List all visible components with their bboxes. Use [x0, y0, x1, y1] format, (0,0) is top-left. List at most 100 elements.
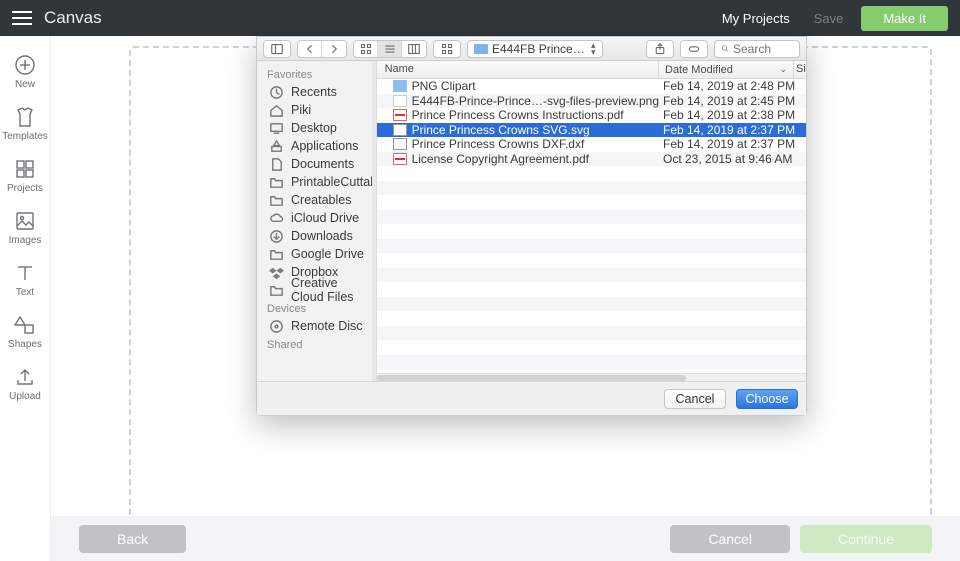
- file-row-empty: [377, 224, 806, 239]
- app-title: Canvas: [44, 8, 102, 28]
- sidebar-item[interactable]: iCloud Drive: [257, 209, 376, 227]
- image-icon: [14, 210, 36, 232]
- sidebar-item[interactable]: Piki: [257, 101, 376, 119]
- column-header-date[interactable]: Date Modified ⌄: [659, 61, 794, 78]
- canvas-area: E444FB Prince & Princ… ▴▾ Fa: [51, 36, 960, 561]
- rail-item-label: Text: [16, 287, 34, 298]
- file-row-empty: [377, 210, 806, 225]
- save-link[interactable]: Save: [808, 7, 850, 30]
- file-list-header: Name Date Modified ⌄ Si: [377, 61, 806, 79]
- sidebar-item-label: Creatables: [291, 193, 351, 207]
- file-row-empty: [377, 253, 806, 268]
- view-mode-group: [353, 40, 427, 58]
- file-row-empty: [377, 282, 806, 297]
- arrange-group: [433, 40, 461, 58]
- file-open-dialog: E444FB Prince & Princ… ▴▾ Fa: [256, 36, 807, 416]
- rail-item-label: Templates: [2, 131, 48, 142]
- column-header-size[interactable]: Si: [794, 61, 806, 78]
- file-type-icon: [393, 80, 407, 92]
- tags-button[interactable]: [681, 41, 707, 57]
- list-view-button[interactable]: [378, 41, 402, 57]
- app-cancel-button[interactable]: Cancel: [670, 525, 790, 553]
- rail-item-shapes[interactable]: Shapes: [0, 306, 51, 358]
- sidebar-item[interactable]: Remote Disc: [257, 317, 376, 335]
- sidebar-item[interactable]: Recents: [257, 83, 376, 101]
- icon-view-button[interactable]: [354, 41, 378, 57]
- sidebar-item[interactable]: Downloads: [257, 227, 376, 245]
- sidebar-item-label: Downloads: [291, 229, 353, 243]
- file-row[interactable]: PNG ClipartFeb 14, 2019 at 2:48 PM: [377, 79, 806, 94]
- file-row-empty: [377, 355, 806, 370]
- shirt-icon: [14, 106, 36, 128]
- file-name: E444FB-Prince-Prince…-svg-files-preview.…: [412, 94, 659, 108]
- upload-icon: [14, 366, 36, 388]
- sidebar-item[interactable]: Creatables: [257, 191, 376, 209]
- dialog-cancel-button[interactable]: Cancel: [664, 389, 726, 409]
- file-row-empty: [377, 195, 806, 210]
- file-row[interactable]: Prince Princess Crowns DXF.dxfFeb 14, 20…: [377, 137, 806, 152]
- folder-icon: [269, 175, 284, 190]
- file-type-icon: [393, 95, 407, 107]
- file-type-icon: [393, 124, 407, 136]
- file-date: Feb 14, 2019 at 2:37 PM: [659, 137, 806, 151]
- app-back-button[interactable]: Back: [79, 525, 186, 553]
- file-date: Feb 14, 2019 at 2:48 PM: [659, 79, 806, 93]
- rail-item-templates[interactable]: Templates: [0, 98, 51, 150]
- file-row[interactable]: Prince Princess Crowns Instructions.pdfF…: [377, 108, 806, 123]
- my-projects-link[interactable]: My Projects: [716, 7, 796, 30]
- share-button[interactable]: [647, 41, 673, 57]
- sidebar-item-label: iCloud Drive: [291, 211, 359, 225]
- sidebar-item[interactable]: Creative Cloud Files: [257, 281, 376, 299]
- sidebar-item[interactable]: Google Drive: [257, 245, 376, 263]
- sidebar-resize-handle[interactable]: [372, 61, 376, 381]
- rail-item-label: Upload: [9, 391, 41, 402]
- dropbox-icon: [269, 265, 284, 280]
- search-icon: [721, 43, 729, 54]
- sidebar-item[interactable]: Desktop: [257, 119, 376, 137]
- file-row-empty: [377, 340, 806, 355]
- file-row-empty: [377, 268, 806, 283]
- folder-icon: [269, 193, 284, 208]
- chevron-updown-icon: ▴▾: [591, 42, 596, 56]
- sidebar-item[interactable]: Documents: [257, 155, 376, 173]
- file-row-empty: [377, 326, 806, 341]
- dialog-choose-button[interactable]: Choose: [736, 389, 798, 409]
- menu-icon[interactable]: [12, 11, 32, 25]
- column-header-name[interactable]: Name: [377, 61, 659, 78]
- sidebar-heading: Favorites: [257, 65, 376, 83]
- make-it-button[interactable]: Make It: [861, 6, 948, 31]
- plus-circle-icon: [14, 54, 36, 76]
- file-row[interactable]: License Copyright Agreement.pdfOct 23, 2…: [377, 152, 806, 167]
- rail-item-text[interactable]: Text: [0, 254, 51, 306]
- sidebar-item-label: Creative Cloud Files: [291, 276, 366, 304]
- file-date: Feb 14, 2019 at 2:38 PM: [659, 108, 806, 122]
- nav-group: [297, 40, 347, 58]
- app-continue-button[interactable]: Continue: [800, 525, 932, 553]
- apps-icon: [269, 139, 284, 154]
- folder-path-popup[interactable]: E444FB Prince & Princ… ▴▾: [467, 40, 603, 58]
- file-row[interactable]: E444FB-Prince-Prince…-svg-files-preview.…: [377, 94, 806, 109]
- forward-button[interactable]: [322, 41, 346, 57]
- sidebar-item[interactable]: Applications: [257, 137, 376, 155]
- sidebar-item[interactable]: PrintableCuttableCr…: [257, 173, 376, 191]
- folder-icon: [269, 247, 284, 262]
- file-row[interactable]: Prince Princess Crowns SVG.svgFeb 14, 20…: [377, 123, 806, 138]
- rail-item-projects[interactable]: Projects: [0, 150, 51, 202]
- column-view-button[interactable]: [402, 41, 426, 57]
- rail-item-images[interactable]: Images: [0, 202, 51, 254]
- rail-item-new[interactable]: New: [0, 46, 51, 98]
- sidebar-item-label: Desktop: [291, 121, 337, 135]
- rail-item-upload[interactable]: Upload: [0, 358, 51, 410]
- file-date: Feb 14, 2019 at 2:45 PM: [659, 94, 806, 108]
- shapes-icon: [14, 314, 36, 336]
- horizontal-scrollbar[interactable]: [377, 373, 806, 381]
- text-icon: [14, 262, 36, 284]
- search-input[interactable]: [733, 42, 793, 56]
- back-button[interactable]: [298, 41, 322, 57]
- search-box[interactable]: [714, 40, 800, 58]
- arrange-button[interactable]: [434, 41, 460, 57]
- file-type-icon: [393, 138, 407, 150]
- toggle-sidebar-button[interactable]: [264, 41, 290, 57]
- file-date: Feb 14, 2019 at 2:37 PM: [659, 123, 806, 137]
- file-row-empty: [377, 166, 806, 181]
